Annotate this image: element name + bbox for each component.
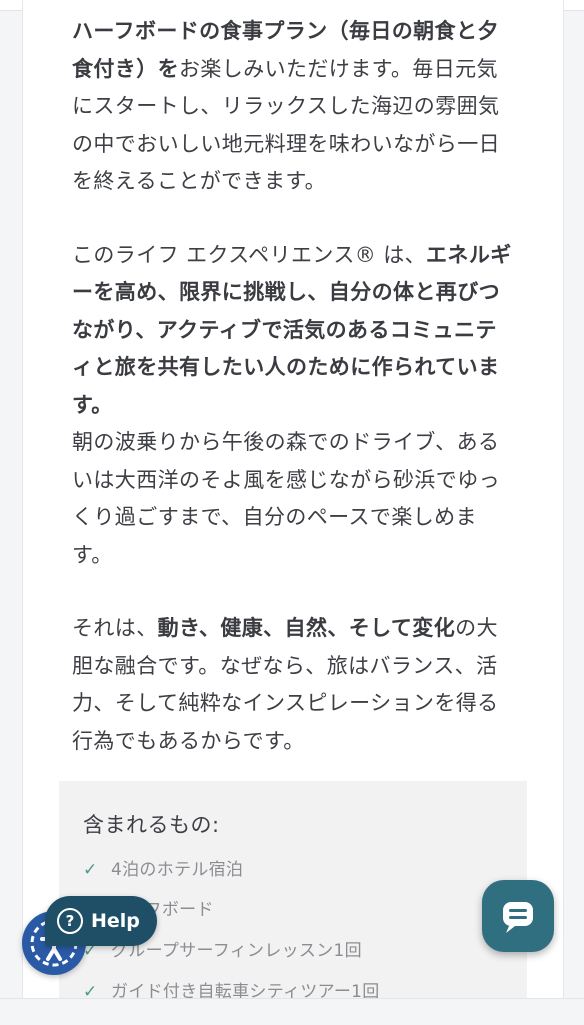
body-text: このライフ エクスペリエンス® は、 [72,242,427,267]
chat-bubble-icon [503,902,533,933]
bottom-bar [0,998,584,1025]
article-content: ハーフボードの食事プラン（毎日の朝食と夕食付き）をお楽しみいただけます。毎日元気… [72,13,514,760]
chat-button[interactable] [482,880,554,952]
included-item: ✓ ガイド付き自転車シティツアー1回 [83,982,380,1000]
paragraph-life-experience: このライフ エクスペリエンス® は、エネルギーを高め、限界に挑戦し、自分の体と再… [72,237,514,425]
body-text: 朝の波乗りから午後の森でのドライブ、あるいは大西洋のそよ風を感じながら砂浜でゆっ… [72,430,500,567]
included-item: ✓ 4泊のホテル宿泊 [83,860,244,880]
included-box: 含まれるもの: ✓4泊のホテル宿泊 ✓ハーフボード ✓グループサーフィンレッスン… [59,781,527,1000]
body-text: それは、 [72,616,158,640]
paragraph-meal-plan: ハーフボードの食事プラン（毎日の朝食と夕食付き）をお楽しみいただけます。毎日元気… [72,13,514,201]
emphasis-text: 動き、健康、自然、そして変化 [157,616,456,640]
question-circle-icon: ? [57,908,83,934]
check-icon: ✓ [83,860,98,880]
help-button[interactable]: ? Help [45,896,157,946]
emphasis-text: エネルギーを高め、限界に挑戦し、自分の体と再びつながり、アクティブで活気のあるコ… [72,242,512,417]
help-label: Help [91,910,140,932]
paragraph-pace: 朝の波乗りから午後の森でのドライブ、あるいは大西洋のそよ風を感じながら砂浜でゆっ… [72,424,514,574]
included-title: 含まれるもの: [83,813,220,837]
paragraph-fusion: それは、動き、健康、自然、そして変化の大胆な融合です。なぜなら、旅はバランス、活… [72,610,514,760]
article-card: ハーフボードの食事プラン（毎日の朝食と夕食付き）をお楽しみいただけます。毎日元気… [22,0,564,1000]
